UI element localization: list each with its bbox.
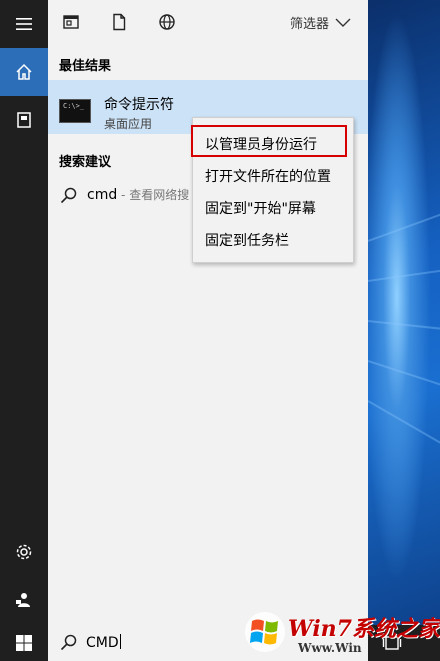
search-results-panel: 筛选器 最佳结果 C:\>_ 命令提示符 桌面应用 搜索建议 cmd - 查看网… [48,0,368,625]
context-menu: 以管理员身份运行 打开文件所在的位置 固定到"开始"屏幕 固定到任务栏 [191,117,354,263]
best-match-heading: 最佳结果 [59,59,112,74]
text-caret [119,634,121,649]
search-icon [60,187,77,204]
feedback-user-icon[interactable] [0,576,48,624]
watermark-logo-text: Win7系统之家 [288,616,440,642]
windows-logo-icon [16,635,32,651]
filter-bar: 筛选器 [48,0,368,44]
pin-to-taskbar-menu-item[interactable]: 固定到任务栏 [205,230,289,250]
best-match-subtitle: 桌面应用 [104,117,153,131]
desktop-background [368,0,440,661]
filter-dropdown[interactable]: 筛选器 [290,13,351,32]
web-filter-globe-icon[interactable] [158,13,176,31]
watermark: Win7系统之家 Www.Win [240,605,440,661]
watermark-url: Www.Win [298,641,362,655]
run-as-admin-menu-item[interactable]: 以管理员身份运行 [205,134,317,154]
settings-gear-icon[interactable] [0,528,48,576]
suggestion-text: cmd [87,187,118,203]
apps-filter-icon[interactable] [62,13,80,31]
pin-to-start-menu-item[interactable]: 固定到"开始"屏幕 [205,198,316,218]
command-prompt-icon: C:\>_ [59,99,91,123]
start-button[interactable] [0,625,48,661]
filter-label: 筛选器 [290,17,330,32]
menu-icon[interactable] [0,0,48,48]
search-input-value[interactable]: CMD [86,635,119,651]
best-match-name: 命令提示符 [104,97,174,113]
notebook-icon[interactable] [0,96,48,144]
start-left-rail [0,0,48,625]
suggestions-heading: 搜索建议 [59,155,112,170]
search-icon [60,634,77,651]
home-icon[interactable] [0,48,48,96]
windows-flag-logo-icon [245,612,285,652]
suggestion-subtext: - 查看网络搜 [117,188,190,202]
chevron-down-icon [335,18,351,27]
documents-filter-icon[interactable] [110,13,128,31]
open-file-location-menu-item[interactable]: 打开文件所在的位置 [205,166,331,186]
